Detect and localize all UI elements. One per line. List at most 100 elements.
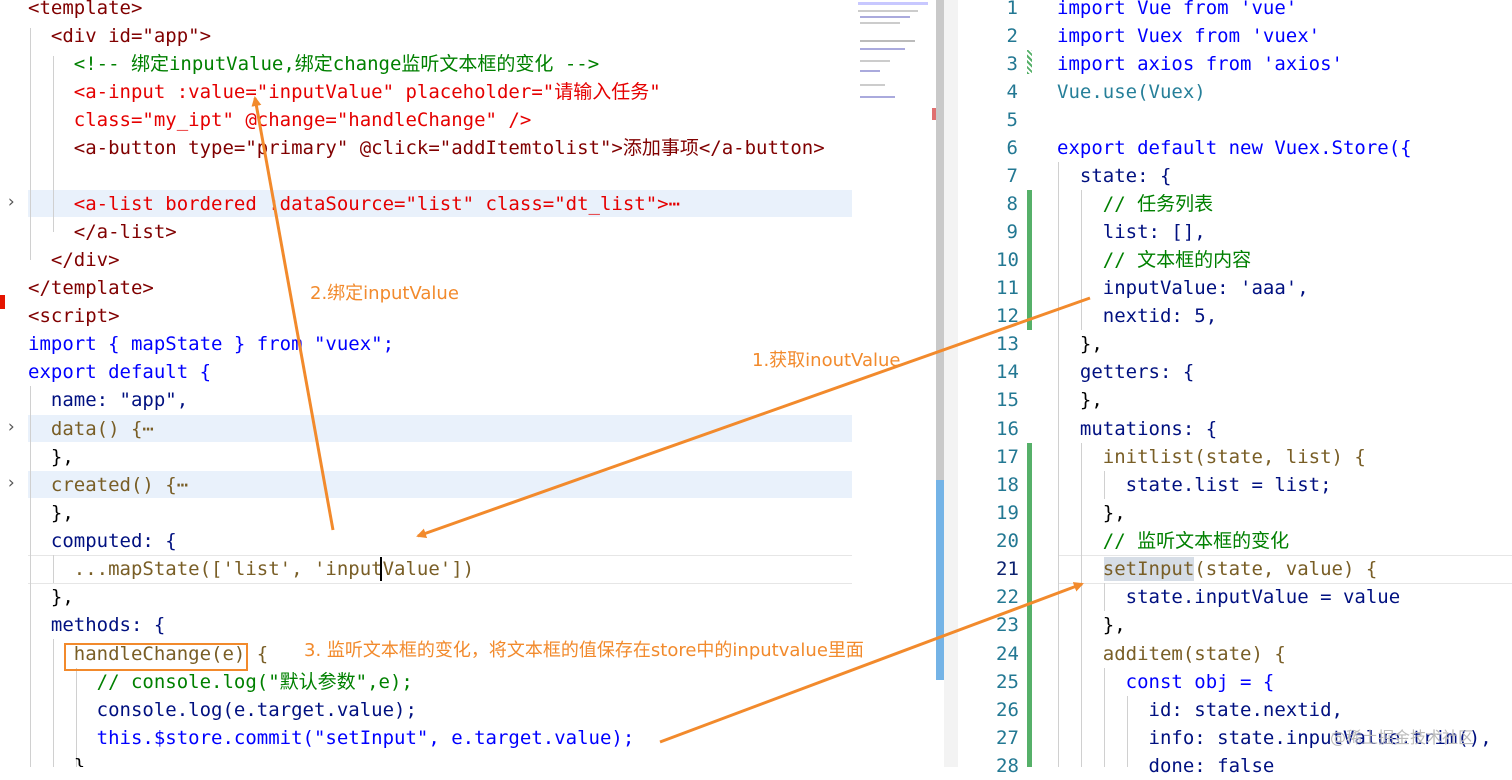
- code-line: getters: {: [1057, 358, 1194, 386]
- code-token: <script>: [28, 305, 120, 327]
- code-token: Vue.use(Vuex): [1057, 81, 1206, 103]
- code-token: import axios from 'axios': [1057, 53, 1343, 75]
- code-line: <script>: [28, 302, 120, 330]
- annotation-step1: 1.获取inoutValue: [752, 350, 901, 371]
- code-line-folded[interactable]: data() {⋯: [28, 415, 154, 443]
- code-line: <!-- 绑定inputValue,绑定change监听文本框的变化 -->: [28, 50, 599, 78]
- code-line: },: [1057, 499, 1126, 527]
- code-line: import axios from 'axios': [1057, 50, 1343, 78]
- code-token: },: [28, 755, 97, 767]
- code-line: const obj = {: [1057, 668, 1275, 696]
- code-token: },: [1057, 614, 1126, 636]
- fold-chevron-icon[interactable]: ›: [6, 417, 16, 437]
- line-number: 6: [1006, 137, 1018, 159]
- code-token: </a-list>: [28, 221, 177, 243]
- line-number: 1: [1006, 0, 1018, 19]
- code-token: setInput(state, value) {: [1057, 558, 1378, 580]
- line-number: 7: [1006, 165, 1018, 187]
- added-line-bar[interactable]: [1027, 190, 1032, 330]
- code-line: nextid: 5,: [1057, 302, 1217, 330]
- code-line: <a-input :value="inputValue" placeholder…: [28, 78, 661, 106]
- fold-chevron-icon[interactable]: ›: [6, 473, 16, 493]
- line-number: 22: [996, 586, 1019, 608]
- line-number: 10: [996, 249, 1019, 271]
- code-token: },: [28, 586, 74, 608]
- code-token: this.$store.commit("setInput", e.target.…: [28, 727, 635, 749]
- line-number: 21: [996, 558, 1019, 580]
- modified-line-bar[interactable]: [1027, 50, 1032, 74]
- code-line: state.list = list;: [1057, 471, 1332, 499]
- line-number: 25: [996, 671, 1019, 693]
- code-token: state: {: [1057, 165, 1172, 187]
- code-line-current[interactable]: setInput(state, value) {: [1057, 555, 1378, 583]
- code-line: // console.log("默认参数",e);: [28, 668, 413, 696]
- code-token: },: [1057, 389, 1103, 411]
- code-token: <a-list bordered :dataSource="list" clas…: [28, 193, 681, 215]
- code-token: getters: {: [1057, 361, 1195, 383]
- code-token: <a-input :value="inputValue" placeholder…: [28, 81, 661, 103]
- code-line: <template>: [28, 0, 142, 22]
- code-token: list: [],: [1057, 221, 1206, 243]
- code-line: },: [1057, 330, 1103, 358]
- line-number: 15: [996, 389, 1019, 411]
- code-line: </template>: [28, 274, 154, 302]
- line-number: 4: [1006, 81, 1018, 103]
- code-comment: // console.log("默认参数",e);: [28, 671, 413, 693]
- breakpoint-marker: [0, 295, 5, 309]
- added-line-bar[interactable]: [1027, 443, 1032, 767]
- code-line: export default {: [28, 358, 211, 386]
- code-line: this.$store.commit("setInput", e.target.…: [28, 724, 635, 752]
- code-line: Vue.use(Vuex): [1057, 78, 1206, 106]
- code-token: <div id="app">: [28, 25, 212, 47]
- code-token: computed: {: [28, 530, 177, 552]
- code-line: import { mapState } from "vuex";: [28, 330, 394, 358]
- code-token: id: state.nextid,: [1057, 699, 1343, 721]
- fold-chevron-icon[interactable]: ›: [6, 192, 16, 212]
- code-comment: // 任务列表: [1057, 193, 1214, 215]
- code-line: // 文本框的内容: [1057, 246, 1251, 274]
- line-number: 9: [1006, 221, 1018, 243]
- code-token: nextid: 5,: [1057, 305, 1218, 327]
- line-number: 27: [996, 727, 1019, 749]
- code-token: name: "app",: [28, 389, 189, 411]
- code-token: <a-button type="primary" @click="addItem…: [28, 137, 825, 159]
- line-number: 2: [1006, 25, 1018, 47]
- code-line: computed: {: [28, 527, 177, 555]
- line-number: 19: [996, 502, 1019, 524]
- code-line: id: state.nextid,: [1057, 696, 1343, 724]
- code-line-current[interactable]: ...mapState(['list', 'inputValue']): [28, 555, 474, 583]
- line-number: 28: [996, 755, 1019, 777]
- text-cursor: [380, 557, 382, 581]
- code-token: state.list = list;: [1057, 474, 1332, 496]
- code-token: ...mapState(['list', 'inputValue']): [28, 558, 475, 580]
- code-token: methods: {: [28, 614, 166, 636]
- code-token: </div>: [28, 249, 120, 271]
- editor-split-divider[interactable]: [944, 0, 958, 767]
- code-line-folded[interactable]: <a-list bordered :dataSource="list" clas…: [28, 190, 680, 218]
- code-token: initlist(state, list) {: [1057, 446, 1366, 468]
- code-token: <template>: [28, 0, 143, 19]
- code-line: <a-button type="primary" @click="addItem…: [28, 134, 825, 162]
- code-line: inputValue: 'aaa',: [1057, 274, 1309, 302]
- code-line: // 监听文本框的变化: [1057, 527, 1289, 555]
- line-number: 13: [996, 333, 1019, 355]
- code-token: import { mapState } from "vuex";: [28, 333, 395, 355]
- code-line: state.inputValue = value: [1057, 583, 1401, 611]
- code-line: </div>: [28, 246, 120, 274]
- code-line: initlist(state, list) {: [1057, 443, 1366, 471]
- line-number: 11: [996, 277, 1019, 299]
- code-token: mutations: {: [1057, 418, 1218, 440]
- annotation-step3: 3. 监听文本框的变化，将文本框的值保存在store中的inputvalue里面: [304, 640, 864, 661]
- line-number: 14: [996, 361, 1019, 383]
- code-token: },: [28, 446, 74, 468]
- watermark: @稀土掘金技术社区: [1330, 728, 1475, 747]
- code-line: console.log(e.target.value);: [28, 696, 417, 724]
- highlight-box-handlechange: [64, 643, 248, 671]
- code-comment: // 监听文本框的变化: [1057, 530, 1290, 552]
- code-line: </a-list>: [28, 218, 177, 246]
- code-token: export default new Vuex.Store({: [1057, 137, 1412, 159]
- code-token: },: [28, 502, 74, 524]
- code-line-folded[interactable]: created() {⋯: [28, 471, 188, 499]
- code-token: import Vuex from 'vuex': [1057, 25, 1321, 47]
- code-line: },: [28, 443, 74, 471]
